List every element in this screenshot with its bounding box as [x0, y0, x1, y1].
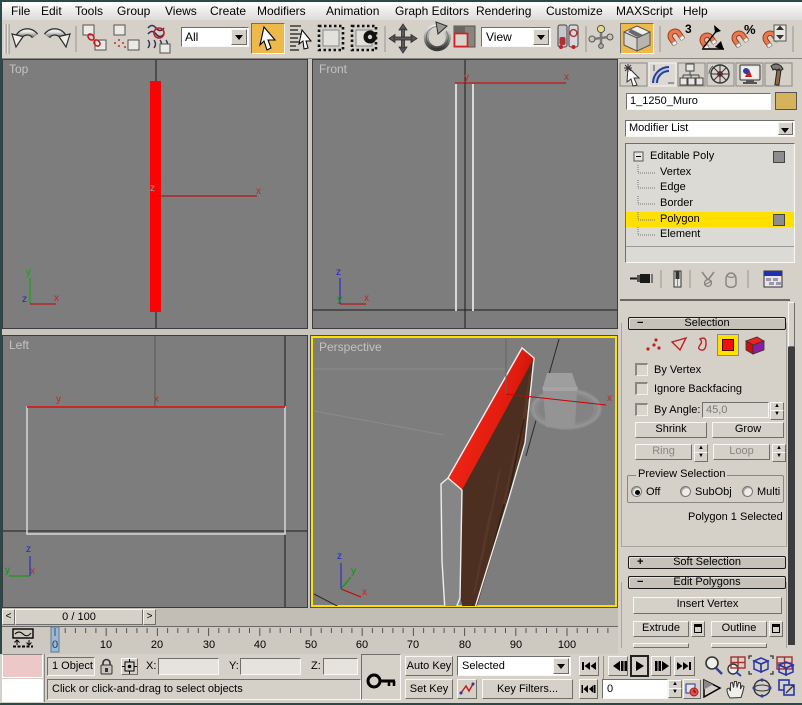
svg-text:20: 20	[151, 639, 163, 651]
svg-text:z: z	[26, 544, 31, 555]
svg-text:x: x	[362, 587, 367, 598]
svg-text:60: 60	[356, 639, 368, 651]
svg-text:50: 50	[305, 639, 317, 651]
svg-text:30: 30	[203, 639, 215, 651]
svg-text:80: 80	[459, 639, 471, 651]
svg-text:40: 40	[254, 639, 266, 651]
svg-text:x: x	[564, 72, 569, 83]
svg-text:x: x	[154, 394, 159, 405]
svg-text:z: z	[337, 551, 342, 562]
svg-text:x: x	[607, 393, 612, 404]
svg-text:y: y	[337, 294, 342, 305]
svg-text:x: x	[256, 186, 261, 197]
svg-text:z: z	[22, 294, 27, 305]
svg-text:z: z	[150, 183, 155, 194]
svg-text:x: x	[54, 293, 59, 304]
svg-text:3: 3	[685, 22, 692, 36]
svg-text:z: z	[336, 267, 341, 278]
svg-text:10: 10	[100, 639, 112, 651]
svg-text:90: 90	[510, 639, 522, 651]
svg-text:x: x	[30, 566, 35, 577]
svg-text:100: 100	[558, 639, 576, 651]
svg-text:y: y	[26, 267, 31, 278]
svg-text:70: 70	[407, 639, 419, 651]
svg-text:y: y	[464, 72, 469, 83]
svg-text:%: %	[744, 22, 756, 37]
svg-text:y: y	[351, 566, 356, 577]
svg-text:y: y	[5, 565, 10, 576]
svg-text:x: x	[364, 293, 369, 304]
svg-text:0: 0	[52, 639, 58, 651]
svg-text:y: y	[56, 394, 61, 405]
